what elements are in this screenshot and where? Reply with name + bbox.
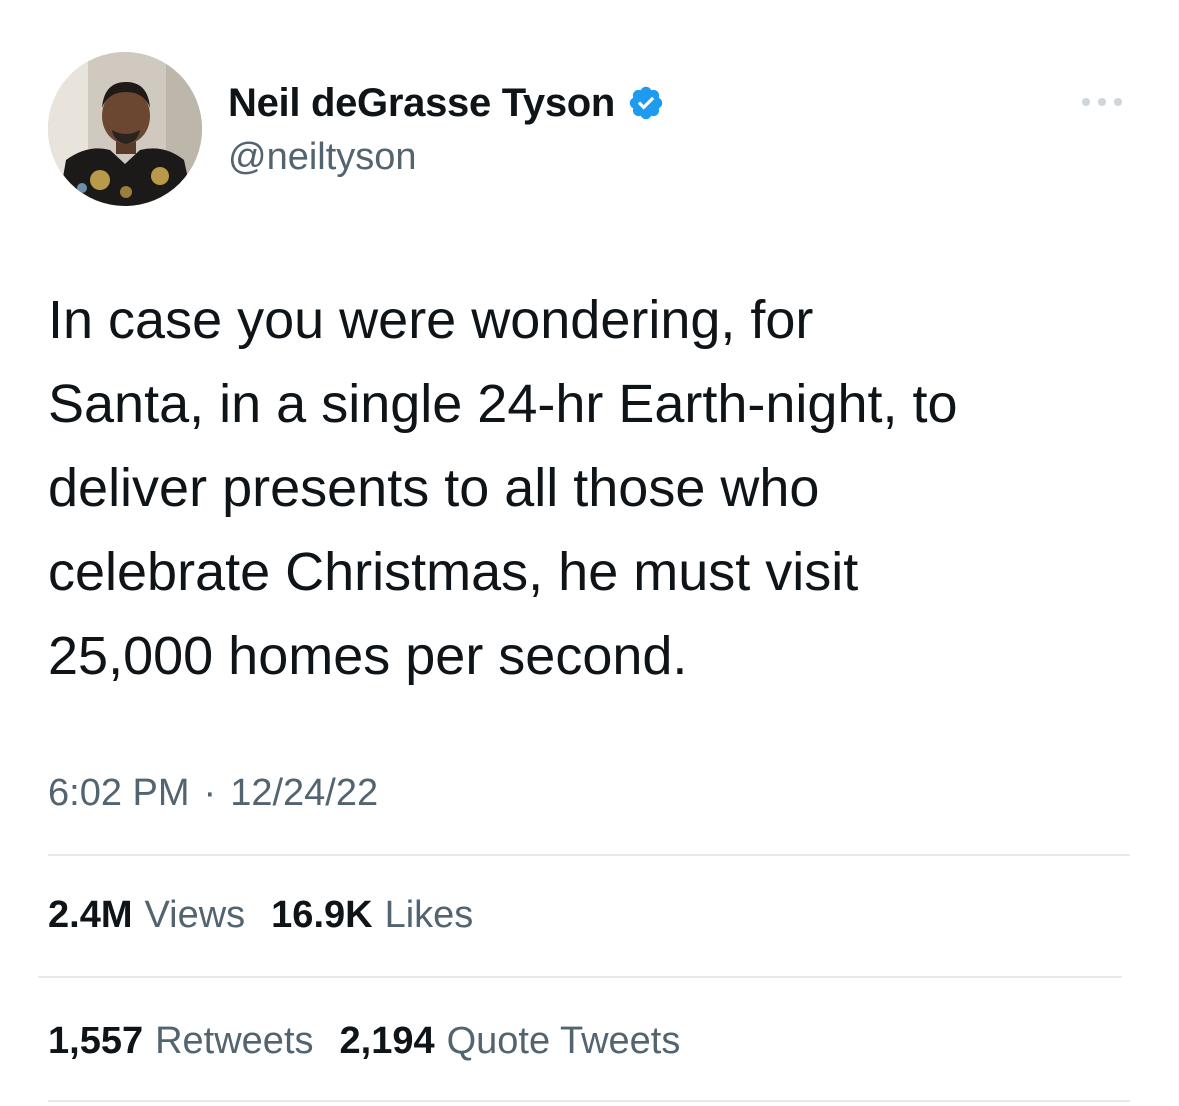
tweet-timestamp[interactable]: 6:02 PM · 12/24/22 — [48, 770, 378, 816]
profile-photo — [48, 52, 202, 206]
tweet-date: 12/24/22 — [230, 772, 379, 814]
divider — [38, 976, 1122, 978]
author-display-name[interactable]: Neil deGrasse Tyson — [228, 80, 615, 126]
avatar[interactable] — [48, 52, 202, 206]
likes-label: Likes — [384, 894, 474, 936]
views-label: Views — [144, 894, 246, 936]
tweet-text: In case you were wondering, for Santa, i… — [48, 290, 958, 686]
verified-badge-icon — [629, 86, 663, 120]
retweets-count: 1,557 — [48, 1020, 144, 1062]
timestamp-separator: · — [203, 772, 217, 814]
tweet-card: Neil deGrasse Tyson @neiltyson In case y… — [0, 0, 1179, 1106]
quote-tweets-stat[interactable]: 2,194 Quote Tweets — [340, 1018, 681, 1064]
author-name-row: Neil deGrasse Tyson — [228, 80, 665, 126]
quote-tweets-count: 2,194 — [339, 1020, 435, 1062]
divider — [48, 854, 1130, 856]
quote-tweets-label: Quote Tweets — [446, 1020, 681, 1062]
author-handle[interactable]: @neiltyson — [228, 134, 417, 180]
divider — [48, 1100, 1130, 1102]
retweets-label: Retweets — [155, 1020, 314, 1062]
more-horizontal-icon[interactable] — [1078, 92, 1126, 112]
engagement-row-views-likes: 2.4M Views 16.9K Likes — [48, 892, 499, 938]
likes-stat[interactable]: 16.9K Likes — [271, 892, 473, 938]
tweet-time: 6:02 PM — [48, 772, 190, 814]
views-count: 2.4M — [48, 894, 133, 936]
likes-count: 16.9K — [271, 894, 373, 936]
engagement-row-retweets-quotes: 1,557 Retweets 2,194 Quote Tweets — [48, 1018, 706, 1064]
views-stat[interactable]: 2.4M Views — [48, 892, 245, 938]
retweets-stat[interactable]: 1,557 Retweets — [48, 1018, 314, 1064]
